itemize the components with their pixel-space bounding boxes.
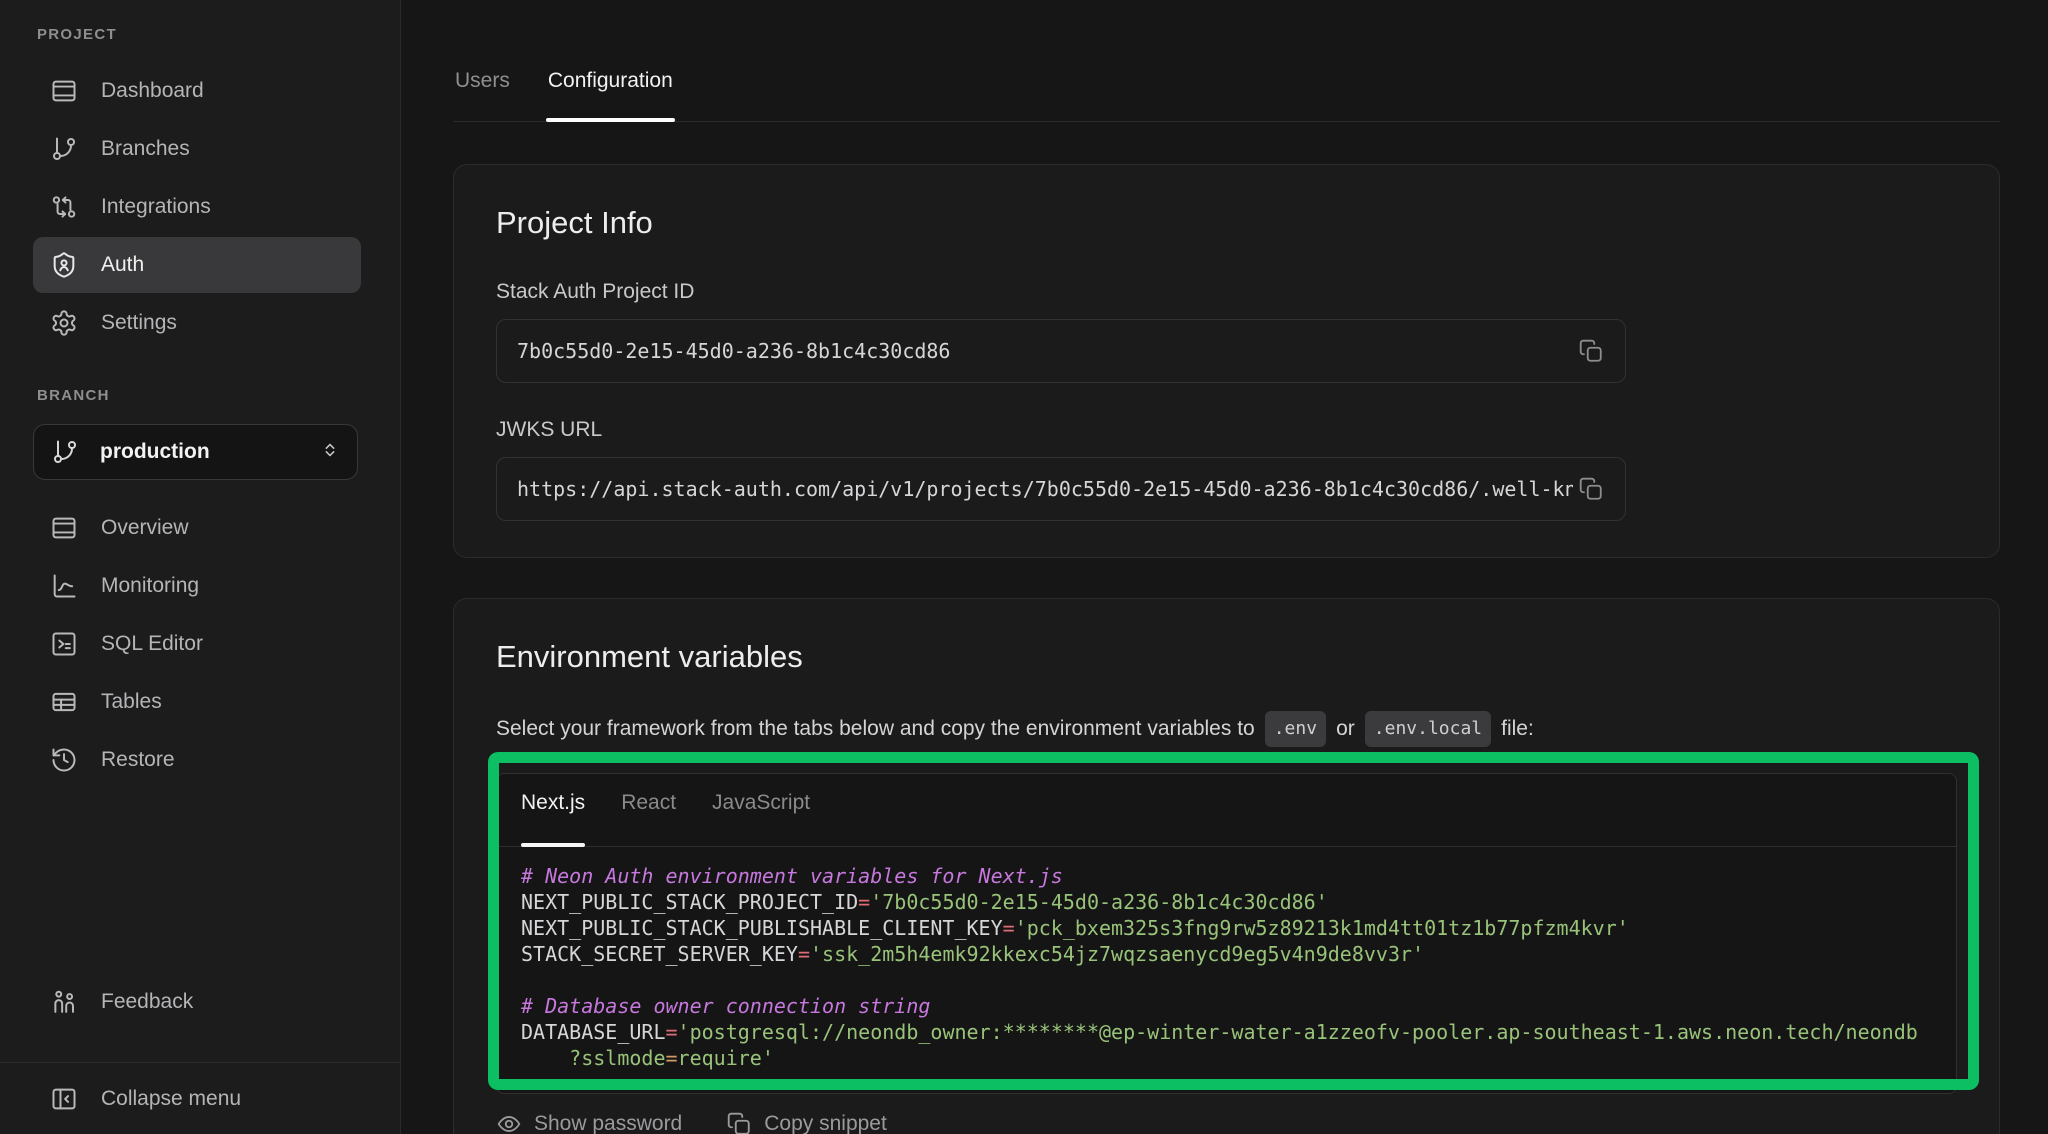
show-password-label: Show password	[534, 1112, 682, 1134]
snippet-actions: Show password Copy snippet	[496, 1106, 1957, 1134]
sidebar-item-label: SQL Editor	[101, 632, 203, 656]
sidebar-content: PROJECT Dashboard Branches Integrations	[0, 0, 400, 1062]
eye-icon	[496, 1111, 522, 1134]
copy-icon	[726, 1111, 752, 1134]
copy-icon	[1578, 338, 1604, 364]
sidebar-item-label: Monitoring	[101, 574, 199, 598]
branch-nav-list: Overview Monitoring SQL Editor	[33, 500, 380, 790]
sidebar-item-label: Feedback	[101, 990, 193, 1014]
collapse-panel-icon	[49, 1084, 79, 1114]
monitoring-chart-icon	[49, 571, 79, 601]
sidebar-item-label: Settings	[101, 311, 177, 335]
sidebar-item-sql-editor[interactable]: SQL Editor	[33, 616, 361, 672]
branch-selector[interactable]: production	[33, 424, 358, 480]
auth-shield-user-icon	[49, 250, 79, 280]
jwks-url-field[interactable]: https://api.stack-auth.com/api/v1/projec…	[496, 457, 1626, 521]
copy-icon	[1578, 476, 1604, 502]
tab-users[interactable]: Users	[453, 52, 512, 121]
env-vars-title: Environment variables	[496, 637, 1957, 677]
sidebar-item-restore[interactable]: Restore	[33, 732, 361, 788]
dashboard-icon	[49, 76, 79, 106]
feedback-wrap: Feedback	[33, 974, 380, 1032]
copy-jwks-url-button[interactable]	[1573, 471, 1609, 507]
page: PROJECT Dashboard Branches Integrations	[0, 0, 2048, 1134]
tab-configuration[interactable]: Configuration	[546, 52, 675, 121]
tab-javascript[interactable]: JavaScript	[712, 790, 810, 846]
collapse-menu-button[interactable]: Collapse menu	[0, 1063, 400, 1134]
branch-section-label: BRANCH	[37, 387, 380, 404]
sidebar-item-label: Restore	[101, 748, 175, 772]
env-vars-description: Select your framework from the tabs belo…	[496, 711, 1957, 747]
sidebar-item-label: Branches	[101, 137, 190, 161]
sidebar-item-label: Integrations	[101, 195, 211, 219]
environment-variables-card: Environment variables Select your framew…	[453, 598, 2000, 1134]
branch-selector-value: production	[100, 440, 299, 464]
show-password-button[interactable]: Show password	[496, 1111, 682, 1134]
project-id-field[interactable]: 7b0c55d0-2e15-45d0-a236-8b1c4c30cd86	[496, 319, 1626, 383]
tables-grid-icon	[49, 687, 79, 717]
settings-gear-icon	[49, 308, 79, 338]
jwks-url-label: JWKS URL	[496, 417, 1957, 443]
sidebar-item-branches[interactable]: Branches	[33, 121, 361, 177]
git-branch-icon	[50, 437, 80, 467]
sidebar-item-tables[interactable]: Tables	[33, 674, 361, 730]
copy-snippet-button[interactable]: Copy snippet	[726, 1111, 887, 1134]
sidebar-item-settings[interactable]: Settings	[33, 295, 361, 351]
project-id-label: Stack Auth Project ID	[496, 279, 1957, 305]
jwks-url-value: https://api.stack-auth.com/api/v1/projec…	[517, 477, 1601, 501]
copy-project-id-button[interactable]	[1573, 333, 1609, 369]
description-text: Select your framework from the tabs belo…	[496, 714, 1255, 744]
sidebar-item-feedback[interactable]: Feedback	[33, 974, 361, 1030]
sidebar-item-overview[interactable]: Overview	[33, 500, 361, 556]
sidebar-item-dashboard[interactable]: Dashboard	[33, 63, 361, 119]
framework-tabs: Next.js React JavaScript	[497, 774, 1956, 847]
collapse-menu-label: Collapse menu	[101, 1087, 241, 1111]
tab-nextjs[interactable]: Next.js	[521, 790, 585, 846]
sidebar-item-label: Dashboard	[101, 79, 204, 103]
env-local-file-pill: .env.local	[1365, 711, 1491, 747]
project-info-card: Project Info Stack Auth Project ID 7b0c5…	[453, 164, 2000, 558]
chevron-up-down-icon	[319, 439, 341, 466]
branches-icon	[49, 134, 79, 164]
project-id-value: 7b0c55d0-2e15-45d0-a236-8b1c4c30cd86	[517, 339, 950, 363]
sql-editor-terminal-icon	[49, 629, 79, 659]
sidebar-item-label: Auth	[101, 253, 144, 277]
feedback-people-icon	[49, 987, 79, 1017]
description-suffix: file:	[1501, 714, 1534, 744]
copy-snippet-label: Copy snippet	[764, 1112, 887, 1134]
sidebar-item-monitoring[interactable]: Monitoring	[33, 558, 361, 614]
project-section-label: PROJECT	[37, 26, 380, 43]
overview-icon	[49, 513, 79, 543]
main-content: Users Configuration Project Info Stack A…	[401, 0, 2048, 1134]
project-info-title: Project Info	[496, 203, 1957, 243]
description-or: or	[1336, 714, 1355, 744]
integrations-icon	[49, 192, 79, 222]
sidebar-item-integrations[interactable]: Integrations	[33, 179, 361, 235]
tab-react[interactable]: React	[621, 790, 676, 846]
sidebar-item-auth[interactable]: Auth	[33, 237, 361, 293]
restore-history-icon	[49, 745, 79, 775]
sidebar-item-label: Overview	[101, 516, 189, 540]
env-file-pill: .env	[1265, 711, 1326, 747]
env-snippet-panel: Next.js React JavaScript # Neon Auth env…	[496, 773, 1957, 1094]
sidebar-item-label: Tables	[101, 690, 162, 714]
sidebar: PROJECT Dashboard Branches Integrations	[0, 0, 401, 1134]
code-block: # Neon Auth environment variables for Ne…	[497, 847, 1956, 1093]
page-tabs: Users Configuration	[453, 52, 2000, 122]
